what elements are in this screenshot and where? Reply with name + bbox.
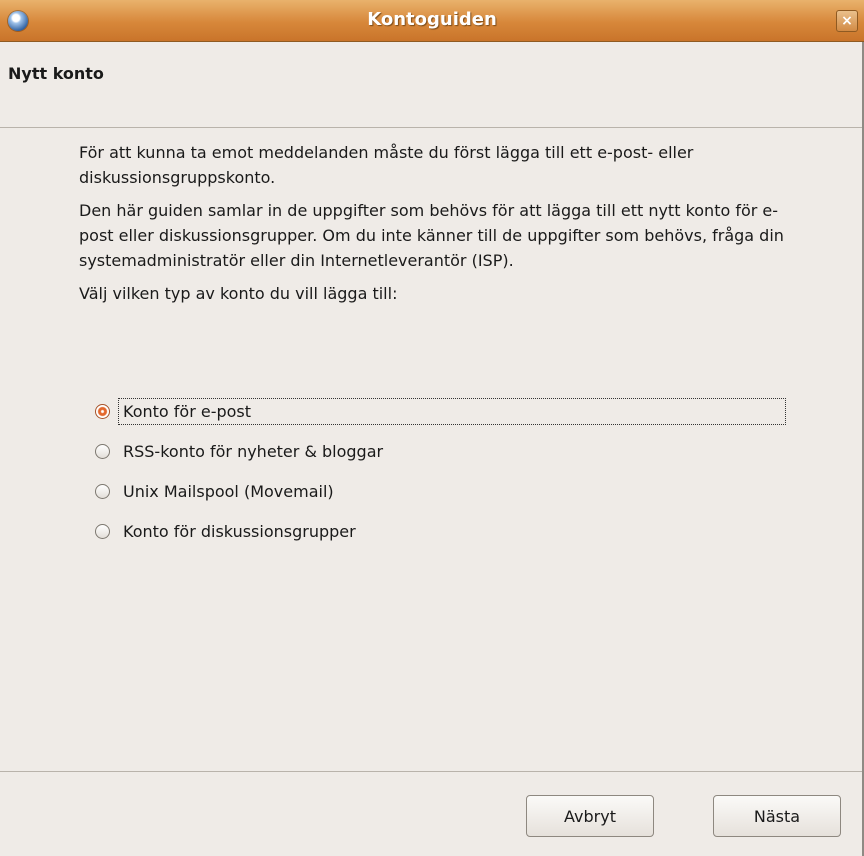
- footer-divider: [0, 771, 864, 772]
- page-title: Nytt konto: [8, 64, 104, 83]
- radio-label: Unix Mailspool (Movemail): [123, 482, 334, 501]
- radio-email-account[interactable]: Konto för e-post: [95, 398, 795, 425]
- account-type-prompt: Välj vilken typ av konto du vill lägga t…: [79, 284, 398, 303]
- account-type-radio-group: Konto för e-post RSS-konto för nyheter &…: [95, 398, 795, 558]
- radio-button-checked[interactable]: [95, 404, 110, 419]
- window-title: Kontoguiden: [367, 9, 497, 30]
- radio-label: RSS-konto för nyheter & bloggar: [123, 442, 384, 461]
- account-wizard-window: Kontoguiden × Nytt konto För att kunna t…: [0, 0, 864, 856]
- title-bar[interactable]: Kontoguiden ×: [0, 0, 864, 42]
- info-paragraph: Den här guiden samlar in de uppgifter so…: [79, 201, 784, 270]
- close-button[interactable]: ×: [836, 10, 858, 32]
- radio-button[interactable]: [95, 524, 110, 539]
- radio-button[interactable]: [95, 484, 110, 499]
- radio-movemail-account[interactable]: Unix Mailspool (Movemail): [95, 478, 795, 505]
- wizard-description: För att kunna ta emot meddelanden måste …: [79, 140, 809, 314]
- radio-newsgroup-account[interactable]: Konto för diskussionsgrupper: [95, 518, 795, 545]
- wizard-header: Nytt konto: [0, 42, 864, 128]
- next-button[interactable]: Nästa: [713, 795, 841, 837]
- radio-label: Konto för diskussionsgrupper: [123, 522, 356, 541]
- intro-paragraph: För att kunna ta emot meddelanden måste …: [79, 143, 694, 187]
- radio-rss-account[interactable]: RSS-konto för nyheter & bloggar: [95, 438, 795, 465]
- radio-label: Konto för e-post: [118, 398, 786, 425]
- cancel-button[interactable]: Avbryt: [526, 795, 654, 837]
- radio-button[interactable]: [95, 444, 110, 459]
